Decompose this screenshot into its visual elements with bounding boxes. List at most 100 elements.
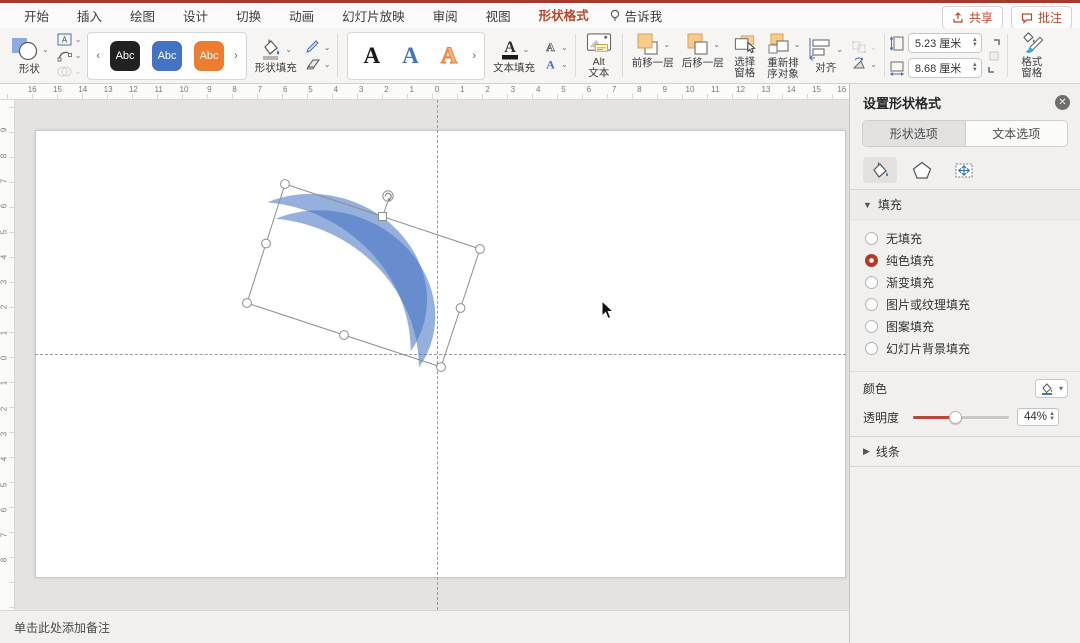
chevron-down-icon: ⌄: [713, 39, 721, 49]
shape-fill-button[interactable]: ⌄ 形状填充: [251, 35, 301, 76]
chevron-right-icon: ▶: [863, 446, 870, 456]
handle-top-right[interactable]: [475, 244, 485, 254]
tab-shape-format[interactable]: 形状格式: [537, 1, 590, 31]
pentagon-icon: [912, 161, 932, 179]
fill-line-tab[interactable]: [863, 157, 897, 183]
fill-option-none[interactable]: 无填充: [865, 231, 1080, 246]
reorder-objects-icon: [768, 33, 789, 54]
rotate-handle[interactable]: [382, 190, 394, 202]
size-group: 5.23 厘米 ▲ ▼ 8.68 厘米 ▲ ▼: [889, 30, 1002, 81]
slider-thumb[interactable]: [948, 410, 962, 424]
radio-icon: [865, 232, 878, 245]
alt-text-button[interactable]: Alt 文本: [581, 30, 617, 81]
chevron-down-icon: ▾: [1058, 384, 1063, 393]
handle-bottom-right[interactable]: [436, 362, 446, 372]
shape-outline-button[interactable]: ⌄: [303, 40, 333, 54]
text-fill-button[interactable]: A ⌄ 文本填充: [489, 35, 539, 76]
text-outline-button[interactable]: A ⌄: [541, 40, 570, 54]
fill-option-background[interactable]: 幻灯片背景填充: [865, 341, 1080, 356]
notes-pane[interactable]: 单击此处添加备注: [0, 610, 849, 643]
tab-slideshow[interactable]: 幻灯片放映: [341, 2, 406, 30]
size-properties-tab[interactable]: [947, 157, 981, 183]
tab-animations[interactable]: 动画: [288, 2, 315, 30]
handle-right[interactable]: [455, 303, 466, 313]
format-pane-icon: [1023, 32, 1044, 54]
text-effects-button[interactable]: A ⌄: [541, 57, 570, 72]
comments-button[interactable]: 批注: [1010, 6, 1072, 29]
wordart-style-blue[interactable]: A: [402, 43, 419, 69]
gallery-next-button[interactable]: ›: [468, 50, 480, 62]
fill-color-button[interactable]: ▾: [1034, 379, 1068, 398]
share-button[interactable]: 共享: [941, 6, 1003, 29]
tab-transitions[interactable]: 切换: [235, 2, 262, 30]
send-backward-button[interactable]: ⌄ 后移一层: [678, 30, 728, 81]
fill-option-picture[interactable]: 图片或纹理填充: [865, 297, 1080, 312]
edit-shape-button[interactable]: ⌄: [55, 49, 84, 62]
close-icon[interactable]: ✕: [1055, 95, 1070, 110]
tab-review[interactable]: 审阅: [432, 2, 459, 30]
text-effects-icon: A: [546, 58, 555, 72]
paint-bucket-icon: [263, 39, 280, 60]
crescent-shape[interactable]: [233, 176, 466, 369]
handle-top[interactable]: [378, 212, 387, 221]
shape-style-chip-blue[interactable]: Abc: [152, 40, 183, 71]
tab-draw[interactable]: 绘图: [129, 2, 156, 30]
wordart-styles-gallery: A A A ›: [347, 31, 485, 80]
reorder-objects-button[interactable]: ⌄ 重新排 序对象: [762, 30, 805, 81]
tab-insert[interactable]: 插入: [76, 2, 103, 30]
bring-forward-icon: [637, 33, 658, 55]
format-pane-button[interactable]: 格式 窗格: [1013, 30, 1051, 81]
fill-option-gradient[interactable]: 渐变填充: [865, 275, 1080, 290]
shape-height-input[interactable]: 5.23 厘米 ▲ ▼: [907, 33, 982, 53]
svg-text:A: A: [504, 39, 516, 56]
wordart-style-black[interactable]: A: [363, 43, 380, 69]
tab-design[interactable]: 设计: [182, 2, 209, 30]
align-button[interactable]: ⌄ 对齐: [804, 35, 847, 76]
selection-pane-icon: [734, 35, 756, 54]
rotate-objects-button[interactable]: ⌄: [849, 57, 879, 71]
text-fill-icon: A: [501, 39, 518, 60]
wordart-style-orange[interactable]: A: [440, 42, 458, 69]
radio-icon: [865, 342, 878, 355]
transparency-stepper[interactable]: ▲ ▼: [1049, 411, 1055, 422]
panel-tabs: 形状选项 文本选项: [862, 120, 1068, 147]
notes-placeholder[interactable]: 单击此处添加备注: [14, 619, 110, 636]
transparency-value-input[interactable]: 44% ▲ ▼: [1017, 408, 1060, 426]
handle-bottom[interactable]: [339, 330, 349, 340]
tab-home[interactable]: 开始: [23, 2, 50, 30]
outline-pen-icon: [305, 40, 319, 53]
width-stepper[interactable]: ▲ ▼: [972, 62, 978, 73]
bring-forward-button[interactable]: ⌄ 前移一层: [628, 30, 678, 81]
shape-width-input[interactable]: 8.68 厘米 ▲ ▼: [907, 58, 982, 78]
text-outline-icon: A: [546, 40, 556, 54]
horizontal-ruler: 16 15 14 13 12 11 10 9 8 7 6 5 4 3 2 1 0 1 2 3 4 5 6 7 8 9 10 11 12 1…: [0, 84, 849, 100]
paint-bucket-icon: [1041, 383, 1053, 395]
shape-effects-button[interactable]: ⌄: [303, 57, 333, 71]
panel-title: 设置形状格式: [863, 96, 942, 111]
fill-option-pattern[interactable]: 图案填充: [865, 319, 1080, 334]
transparency-slider[interactable]: [913, 410, 1010, 424]
shape-style-chip-orange[interactable]: Abc: [194, 40, 225, 71]
shape-styles-gallery: ‹ Abc Abc Abc ›: [87, 31, 247, 80]
gallery-prev-button[interactable]: ‹: [92, 50, 104, 62]
mouse-cursor: [601, 300, 615, 320]
tab-text-options[interactable]: 文本选项: [964, 121, 1067, 146]
shape-style-chip-black[interactable]: Abc: [110, 40, 141, 71]
line-section-header[interactable]: ▶ 线条: [850, 436, 1080, 467]
selection-pane-button[interactable]: 选择 窗格: [728, 30, 762, 81]
chevron-down-icon: ⌄: [74, 35, 82, 44]
tab-shape-options[interactable]: 形状选项: [863, 121, 965, 146]
effects-tab[interactable]: [905, 157, 939, 183]
tab-view[interactable]: 视图: [485, 2, 512, 30]
fill-section-header[interactable]: ▼ 填充: [850, 190, 1080, 220]
gallery-next-button[interactable]: ›: [230, 50, 242, 62]
tell-me[interactable]: 告诉我: [609, 6, 662, 25]
handle-top-left[interactable]: [280, 179, 290, 189]
handle-left[interactable]: [261, 238, 271, 249]
shape-height-icon: [889, 35, 904, 51]
height-stepper[interactable]: ▲ ▼: [972, 37, 978, 48]
fill-option-solid[interactable]: 纯色填充: [865, 253, 1080, 268]
handle-bottom-left[interactable]: [242, 298, 252, 308]
insert-shapes-button[interactable]: ⌄ 形状: [6, 34, 53, 77]
text-box-button[interactable]: A ⌄: [55, 33, 84, 46]
